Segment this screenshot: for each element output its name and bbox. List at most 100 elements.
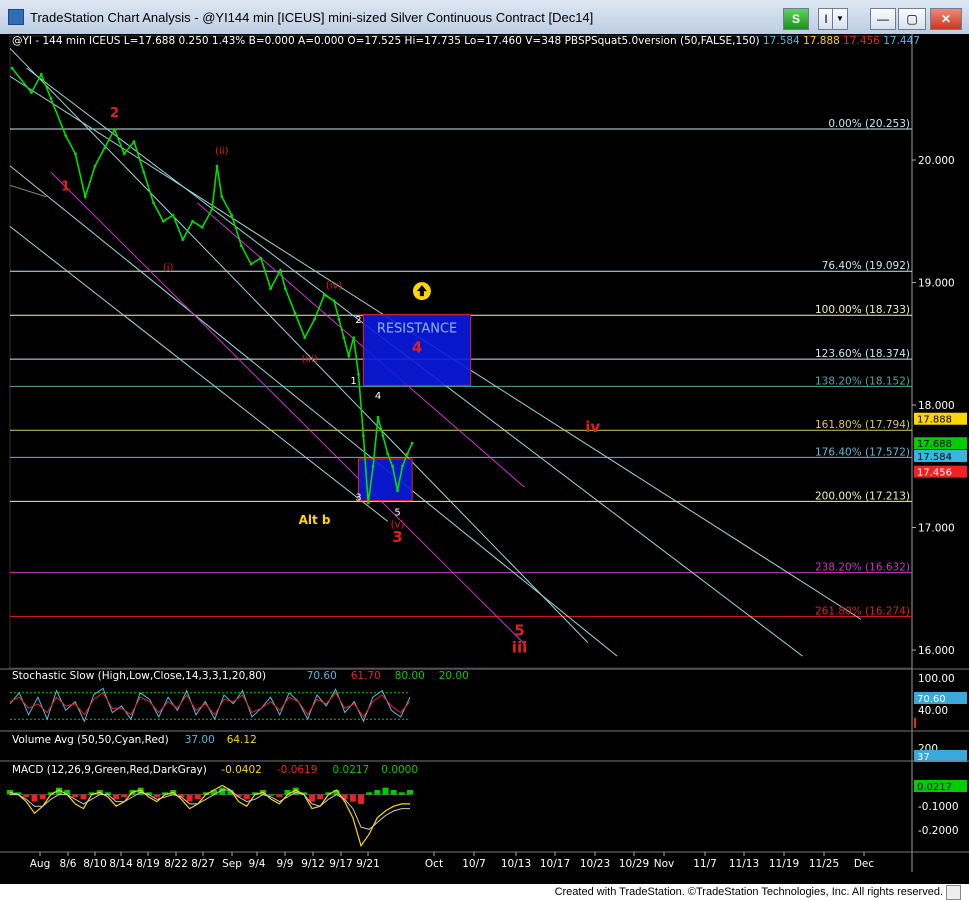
price-point xyxy=(10,66,14,70)
time-axis-label: Aug xyxy=(30,858,51,870)
header-pct: 1.43% xyxy=(212,35,249,47)
minimize-button[interactable]: — xyxy=(870,8,896,30)
macd-histogram-bar xyxy=(31,794,38,802)
wave-label: (iv) xyxy=(326,281,343,292)
header-exchange: ICEUS xyxy=(89,35,124,47)
price-point xyxy=(283,287,287,291)
price-point xyxy=(391,464,395,468)
fib-level-label: 0.00% (20.253) xyxy=(828,118,910,130)
wave-label: 3 xyxy=(392,528,402,546)
price-point xyxy=(142,170,146,174)
price-point xyxy=(410,441,414,445)
macd-histogram-bar xyxy=(268,794,275,796)
time-axis-label: 11/13 xyxy=(729,858,759,870)
header-low: Lo=17.460 xyxy=(464,35,525,47)
macd-histogram-bar xyxy=(317,794,324,800)
time-axis-label: 10/17 xyxy=(540,858,570,870)
volume-title: Volume Avg (50,50,Cyan,Red) xyxy=(12,734,169,746)
macd-histogram-bar xyxy=(382,787,389,795)
stochastic-title: Stochastic Slow (High,Low,Close,14,3,3,1… xyxy=(12,670,266,682)
macd-histogram-bar xyxy=(72,794,79,797)
price-point xyxy=(269,287,273,291)
header-last: L=17.688 xyxy=(124,35,179,47)
macd-histogram-bar xyxy=(374,790,381,795)
stochastic-axis-label: 100.00 xyxy=(918,673,955,685)
window-title: TradeStation Chart Analysis - @YI144 min… xyxy=(30,10,594,25)
wave-label: (i) xyxy=(163,262,174,273)
price-point xyxy=(230,213,234,217)
fib-level-label: 76.40% (19.092) xyxy=(822,260,910,272)
time-axis-label: 9/21 xyxy=(356,858,380,870)
macd-histogram-bar xyxy=(23,794,30,797)
price-point xyxy=(279,268,282,272)
price-point xyxy=(376,415,380,419)
fib-level-label: 100.00% (18.733) xyxy=(815,304,910,316)
price-point xyxy=(293,311,297,315)
price-axis-label: 18.000 xyxy=(918,400,955,412)
fib-level-label: 261.80% (16.274) xyxy=(815,605,910,617)
wave-label: iv xyxy=(585,418,600,436)
wave-label: (iii) xyxy=(302,354,318,365)
price-point xyxy=(122,152,126,156)
price-axis-label: 17.000 xyxy=(918,523,955,535)
header-ask: A=0.000 xyxy=(298,35,347,47)
header-high: Hi=17.735 xyxy=(405,35,465,47)
time-axis-label: 10/7 xyxy=(462,858,486,870)
time-axis-label: Oct xyxy=(425,858,443,870)
price-point xyxy=(342,336,346,340)
close-button[interactable]: ✕ xyxy=(930,8,962,30)
macd-value: -0.0402 xyxy=(221,764,262,776)
macd-axis-label: -0.2000 xyxy=(918,825,959,837)
price-tag-label: 17.888 xyxy=(917,415,952,426)
chart-area[interactable]: RESISTANCE412(i)(ii)(iii)(iv)21435(v)3Al… xyxy=(0,34,969,884)
wave-label: 1 xyxy=(350,376,356,387)
macd-histogram-bar xyxy=(113,794,120,800)
price-point xyxy=(215,164,219,168)
wave-label: 2 xyxy=(110,106,119,121)
wave-label: Alt b xyxy=(299,513,331,527)
price-point xyxy=(113,127,116,131)
stochastic-value: 61.70 xyxy=(351,670,381,682)
price-axis-label: 20.000 xyxy=(918,155,955,167)
price-tag-label: 17.456 xyxy=(917,468,952,479)
header-bid: B=0.000 xyxy=(249,35,298,47)
price-point xyxy=(181,238,185,242)
window-titlebar: TradeStation Chart Analysis - @YI144 min… xyxy=(0,0,969,35)
resistance-box-label: RESISTANCE xyxy=(377,321,457,336)
macd-histogram-bar xyxy=(39,794,46,800)
stochastic-d-marker xyxy=(914,718,916,728)
fib-level-label: 176.40% (17.572) xyxy=(815,446,910,458)
macd-histogram-bar xyxy=(243,794,250,800)
strategy-button[interactable]: S xyxy=(783,8,809,30)
macd-value: -0.0619 xyxy=(277,764,318,776)
price-point xyxy=(405,452,409,456)
price-point xyxy=(371,464,375,468)
price-point xyxy=(220,195,224,199)
time-axis-label: 11/7 xyxy=(693,858,717,870)
time-axis-label: 9/4 xyxy=(249,858,266,870)
macd-histogram-bar xyxy=(194,794,201,800)
price-point xyxy=(30,91,33,95)
header-open: O=17.525 xyxy=(347,35,404,47)
stochastic-tag-label: 70.60 xyxy=(917,694,946,705)
time-axis-label: 10/29 xyxy=(619,858,649,870)
resistance-box-wave-label: 4 xyxy=(412,338,422,356)
price-axis-label: 16.000 xyxy=(918,645,955,657)
time-axis-label: 8/14 xyxy=(109,858,133,870)
price-point xyxy=(171,213,175,217)
maximize-button[interactable]: ▢ xyxy=(898,8,926,30)
macd-axis-label: -0.1000 xyxy=(918,801,959,813)
time-axis-label: 9/17 xyxy=(329,858,353,870)
wave-label: 1 xyxy=(61,180,70,195)
time-axis-label: 8/19 xyxy=(136,858,160,870)
volume-value: 64.12 xyxy=(227,734,257,746)
indicator-dropdown-icon[interactable]: ▼ xyxy=(832,8,848,30)
price-point xyxy=(74,152,77,156)
price-tag-label: 17.688 xyxy=(917,439,952,450)
resize-grip-icon[interactable] xyxy=(946,885,961,900)
price-point xyxy=(152,201,155,205)
price-point xyxy=(366,501,370,505)
header-volume: V=348 xyxy=(525,35,564,47)
time-axis-label: 11/19 xyxy=(769,858,799,870)
price-point xyxy=(361,434,365,438)
